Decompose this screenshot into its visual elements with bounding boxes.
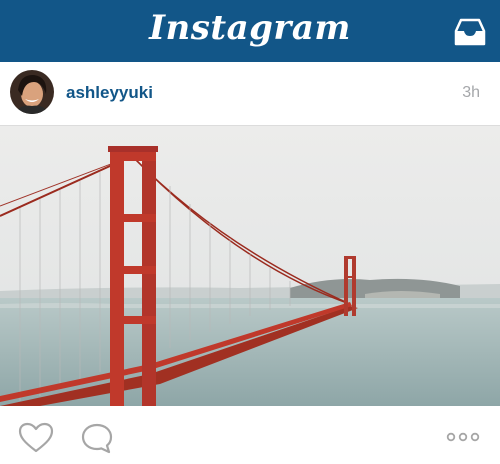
top-navigation-bar: Instagram (0, 0, 500, 62)
post-action-bar (0, 406, 500, 464)
app-logo: Instagram (149, 8, 351, 48)
post-header: ashleyyuki 3h (0, 62, 500, 126)
comment-bubble-icon[interactable] (80, 422, 114, 454)
golden-gate-bridge-photo (0, 126, 500, 406)
post-username[interactable]: ashleyyuki (66, 83, 153, 103)
avatar[interactable] (10, 70, 54, 114)
more-dots-icon[interactable] (446, 432, 480, 442)
heart-icon[interactable] (18, 422, 54, 454)
post-photo[interactable] (0, 126, 500, 406)
avatar-image (10, 70, 54, 114)
post-timestamp: 3h (462, 84, 480, 101)
inbox-tray-icon[interactable] (454, 18, 486, 46)
